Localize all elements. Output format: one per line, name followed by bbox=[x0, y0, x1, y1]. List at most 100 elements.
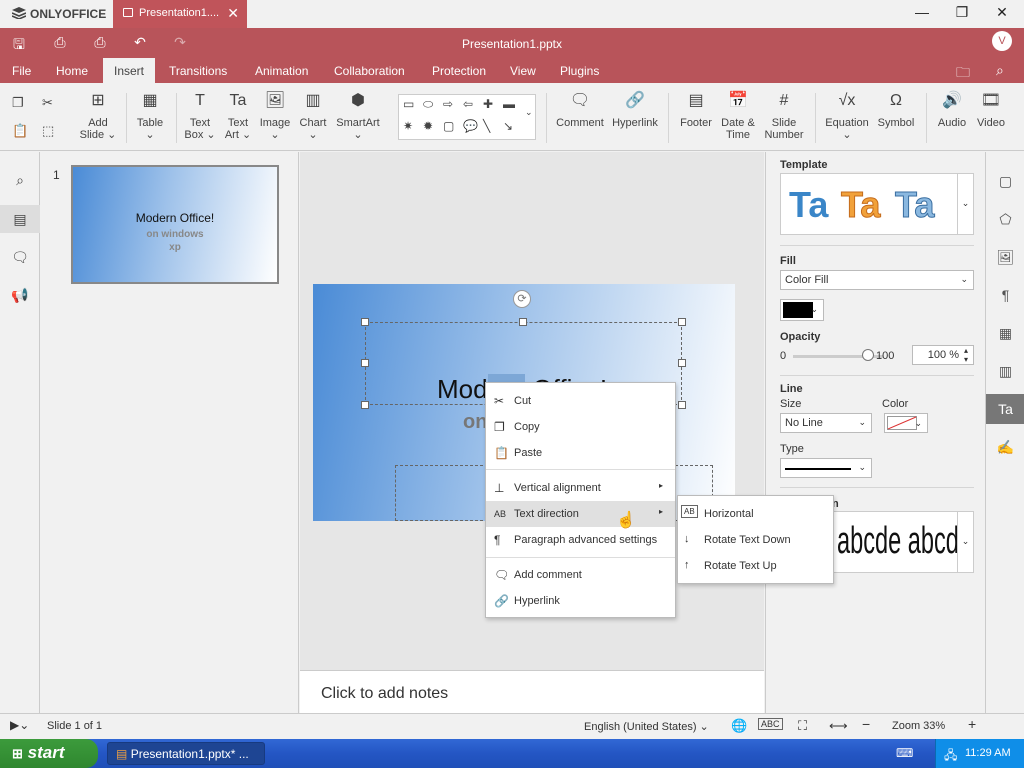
chart-settings-icon[interactable]: ▥ bbox=[986, 356, 1024, 386]
paste-icon[interactable]: 📋 bbox=[12, 123, 28, 139]
arrow-line-shape-icon[interactable]: ↘ bbox=[503, 119, 513, 133]
speech-bubble-shape-icon[interactable]: 💬 bbox=[463, 119, 478, 133]
submenu-item-rotate-up[interactable]: ↑ Rotate Text Up bbox=[678, 553, 833, 579]
slides-panel-icon[interactable]: ▤ bbox=[0, 205, 40, 233]
menu-item-paragraph-settings[interactable]: ¶ Paragraph advanced settings bbox=[486, 527, 675, 553]
image-button[interactable]: 🖼 Image ⌄ bbox=[258, 93, 292, 142]
menu-item-paste[interactable]: 📋 Paste bbox=[486, 440, 675, 466]
resize-handle[interactable] bbox=[678, 401, 686, 409]
resize-handle[interactable] bbox=[678, 318, 686, 326]
right-arrow-shape-icon[interactable]: ⇨ bbox=[443, 97, 453, 111]
zoom-out-icon[interactable]: − bbox=[862, 716, 870, 732]
opacity-slider-knob[interactable] bbox=[862, 349, 874, 361]
fill-color-picker[interactable]: ⌄ bbox=[780, 299, 824, 321]
spell-check-icon[interactable]: ABC bbox=[758, 718, 783, 730]
wordart-sample[interactable]: abcde abcde bbox=[837, 520, 972, 563]
resize-handle[interactable] bbox=[519, 318, 527, 326]
callout-shape-icon[interactable]: ▢ bbox=[443, 119, 454, 133]
minus-shape-icon[interactable]: ▬ bbox=[503, 97, 515, 111]
slide-subtitle[interactable]: on bbox=[463, 411, 487, 434]
plus-shape-icon[interactable]: ✚ bbox=[483, 97, 493, 111]
video-button[interactable]: 🎞 Video bbox=[974, 93, 1008, 130]
wordart-expand-icon[interactable]: ⌄ bbox=[957, 512, 973, 572]
textart-settings-icon[interactable]: Ta bbox=[986, 394, 1024, 424]
zoom-in-icon[interactable]: + bbox=[968, 716, 976, 732]
template-sample-blue[interactable]: Ta bbox=[789, 184, 828, 226]
submenu-item-horizontal[interactable]: AB Horizontal bbox=[678, 501, 833, 527]
footer-button[interactable]: ▤ Footer bbox=[677, 93, 715, 130]
fit-width-icon[interactable]: ⟷ bbox=[829, 718, 848, 734]
add-slide-button[interactable]: ⊞ Add Slide ⌄ bbox=[78, 93, 118, 142]
menu-plugins[interactable]: Plugins bbox=[560, 58, 599, 83]
line-size-dropdown[interactable]: No Line ⌄ bbox=[780, 413, 872, 433]
slide-thumbnail[interactable]: Modern Office! on windows xp bbox=[71, 165, 279, 284]
opacity-input[interactable]: 100 % ▴ ▾ bbox=[912, 345, 974, 365]
menu-protection[interactable]: Protection bbox=[432, 58, 486, 83]
search-icon[interactable]: ⌕ bbox=[996, 62, 1004, 79]
menu-insert[interactable]: Insert bbox=[103, 58, 156, 83]
text-art-button[interactable]: Ta Text Art ⌄ bbox=[222, 93, 254, 142]
network-icon[interactable]: 🖧 bbox=[944, 746, 957, 767]
template-sample-orange[interactable]: Ta bbox=[840, 184, 880, 226]
smartart-button[interactable]: ⬢ SmartArt ⌄ bbox=[334, 93, 382, 142]
burst2-shape-icon[interactable]: ✹ bbox=[423, 119, 433, 133]
language-selector[interactable]: English (United States) ⌄ bbox=[584, 720, 709, 733]
copy-icon[interactable]: ❐ bbox=[12, 95, 24, 111]
menu-item-copy[interactable]: ❐ Copy bbox=[486, 414, 675, 440]
cut-icon[interactable]: ✂ bbox=[42, 95, 53, 111]
line-type-dropdown[interactable]: ⌄ bbox=[780, 458, 872, 478]
submenu-item-rotate-down[interactable]: ↓ Rotate Text Down bbox=[678, 527, 833, 553]
slide-number-button[interactable]: # Slide Number bbox=[762, 93, 806, 142]
audio-button[interactable]: 🔊 Audio bbox=[934, 93, 970, 130]
feedback-panel-icon[interactable]: 📢 bbox=[0, 281, 40, 309]
hyperlink-button[interactable]: 🔗 Hyperlink bbox=[610, 93, 660, 130]
taskbar-item-presentation[interactable]: ▤ Presentation1.pptx* ... bbox=[107, 742, 265, 765]
globe-icon[interactable]: 🌐 bbox=[731, 718, 747, 734]
start-button[interactable]: ⊞ start bbox=[0, 739, 98, 768]
line-shape-icon[interactable]: ╲ bbox=[483, 119, 490, 133]
table-settings-icon[interactable]: ▦ bbox=[986, 318, 1024, 348]
search-panel-icon[interactable]: ⌕ bbox=[0, 166, 40, 194]
keyboard-icon[interactable]: ⌨ bbox=[896, 746, 913, 760]
signature-settings-icon[interactable]: ✍ bbox=[986, 432, 1024, 462]
menu-transitions[interactable]: Transitions bbox=[169, 58, 227, 83]
menu-item-text-direction[interactable]: AB Text direction ▸ bbox=[486, 501, 675, 527]
rectangle-shape-icon[interactable]: ▭ bbox=[403, 97, 414, 111]
resize-handle[interactable] bbox=[361, 401, 369, 409]
select-all-icon[interactable]: ⬚ bbox=[42, 123, 54, 139]
template-gallery[interactable]: Ta Ta Ta ⌄ bbox=[780, 173, 974, 235]
close-tab-icon[interactable]: ✕ bbox=[227, 5, 239, 22]
resize-handle[interactable] bbox=[361, 318, 369, 326]
menu-item-add-comment[interactable]: 🗨 Add comment bbox=[486, 562, 675, 588]
resize-handle[interactable] bbox=[361, 359, 369, 367]
comments-panel-icon[interactable]: 🗨 bbox=[0, 243, 40, 271]
resize-handle[interactable] bbox=[678, 359, 686, 367]
burst-shape-icon[interactable]: ✷ bbox=[403, 119, 413, 133]
minimize-button[interactable]: — bbox=[902, 4, 942, 20]
date-time-button[interactable]: 📅 Date & Time bbox=[718, 93, 758, 142]
notes-area[interactable]: Click to add notes bbox=[300, 670, 764, 713]
table-button[interactable]: ▦ Table ⌄ bbox=[134, 93, 166, 142]
spinner-icon[interactable]: ▴ ▾ bbox=[964, 346, 968, 364]
equation-button[interactable]: √x Equation ⌄ bbox=[824, 93, 870, 142]
comment-button[interactable]: 🗨 Comment bbox=[555, 93, 605, 130]
maximize-button[interactable]: ❐ bbox=[942, 4, 982, 21]
fit-slide-icon[interactable]: ⛶ bbox=[798, 718, 807, 734]
menu-collaboration[interactable]: Collaboration bbox=[334, 58, 405, 83]
slideshow-play-icon[interactable]: ▶⌄ bbox=[10, 718, 29, 732]
slide-settings-icon[interactable]: ▢ bbox=[986, 166, 1024, 196]
ellipse-shape-icon[interactable]: ⬭ bbox=[423, 97, 433, 112]
user-avatar[interactable]: V bbox=[992, 31, 1012, 51]
menu-animation[interactable]: Animation bbox=[255, 58, 308, 83]
line-color-picker[interactable]: ⌄ bbox=[884, 413, 928, 433]
text-box-button[interactable]: T Text Box ⌄ bbox=[183, 93, 217, 142]
menu-item-cut[interactable]: ✂ Cut bbox=[486, 388, 675, 414]
shape-gallery[interactable]: ▭ ⬭ ⇨ ⇦ ✚ ▬ ✷ ✹ ▢ 💬 ╲ ↘ ⌄ bbox=[398, 94, 536, 140]
menu-item-vertical-alignment[interactable]: ⊥ Vertical alignment ▸ bbox=[486, 475, 675, 501]
document-tab[interactable]: Presentation1.... ✕ bbox=[113, 0, 247, 28]
menu-view[interactable]: View bbox=[510, 58, 536, 83]
shape-gallery-expand-icon[interactable]: ⌄ bbox=[525, 107, 533, 118]
fill-type-dropdown[interactable]: Color Fill ⌄ bbox=[780, 270, 974, 290]
image-settings-icon[interactable]: 🖼 bbox=[986, 242, 1024, 272]
menu-home[interactable]: Home bbox=[56, 58, 88, 83]
